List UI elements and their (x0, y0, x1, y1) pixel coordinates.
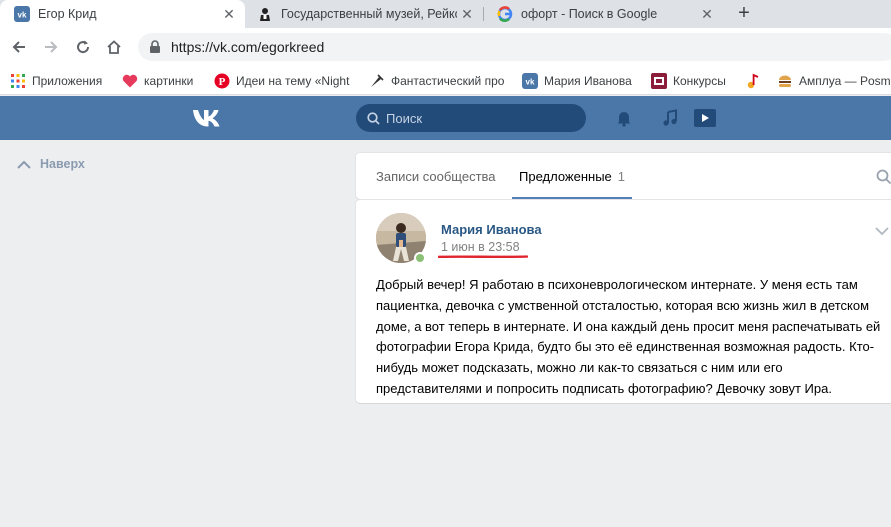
tab-suggested[interactable]: Предложенные 1 (511, 153, 633, 199)
bookmark-maria[interactable]: vk Мария Иванова (522, 71, 632, 91)
bell-icon[interactable] (614, 108, 634, 128)
lock-icon[interactable] (148, 40, 162, 54)
browser-tab-strip: vk Егор Крид ✕ Государственный музей, Ре… (0, 0, 891, 28)
new-tab-button[interactable]: + (733, 3, 755, 25)
wall-tabs: Записи сообщества Предложенные 1 (356, 153, 891, 199)
scroll-up-button[interactable]: Наверх (16, 157, 85, 171)
bookmark-label: Мария Иванова (544, 74, 632, 88)
tab-title: Егор Крид (38, 7, 97, 21)
bookmark-label: Приложения (32, 74, 103, 88)
back-arrow-icon[interactable] (9, 37, 29, 57)
bookmark-fantasy[interactable]: Фантастический про (369, 71, 507, 91)
bookmark-contests[interactable]: Конкурсы (651, 71, 726, 91)
bookmark-label: Амплуа — Posm (799, 74, 891, 88)
tab-community-posts[interactable]: Записи сообщества (376, 153, 496, 199)
browser-tab[interactable]: офорт - Поиск в Google ✕ (483, 0, 723, 28)
vk-header: Поиск (0, 96, 891, 140)
svg-text:vk: vk (18, 11, 27, 20)
bookmark-pinterest[interactable]: P Идеи на тему «Night (214, 71, 351, 91)
home-icon[interactable] (104, 37, 124, 57)
vk-favicon-icon: vk (14, 6, 30, 22)
forward-arrow-icon[interactable] (41, 37, 61, 57)
burger-icon (777, 73, 793, 89)
bookmark-amplua[interactable]: Амплуа — Posm (777, 71, 891, 91)
search-icon[interactable] (876, 169, 891, 185)
bookmark-music[interactable] (745, 71, 767, 91)
bookmark-pictures[interactable]: картинки (122, 71, 193, 91)
close-tab-icon[interactable]: ✕ (221, 6, 237, 22)
tab-count: 1 (617, 168, 626, 184)
museum-favicon-icon (257, 6, 273, 22)
bookmark-apps[interactable]: Приложения (10, 71, 102, 91)
google-favicon-icon (497, 6, 513, 22)
bookmark-label: картинки (144, 74, 194, 88)
tab-title: Государственный музей, Рейксмюсеум (281, 7, 457, 21)
url-text: https://vk.com/egorkreed (171, 39, 325, 55)
apps-grid-icon (10, 73, 26, 89)
browser-tab-active[interactable]: vk Егор Крид ✕ (0, 0, 245, 28)
vk-icon: vk (522, 73, 538, 89)
suggested-post: Мария Иванова 1 июн в 23:58 Добрый вечер… (356, 200, 891, 403)
heart-icon (122, 73, 138, 89)
pinterest-icon: P (214, 73, 230, 89)
post-text: Добрый вечер! Я работаю в психоневрологи… (376, 277, 881, 396)
music-note-icon (745, 73, 761, 89)
close-tab-icon[interactable]: ✕ (459, 6, 475, 22)
svg-text:P: P (219, 76, 226, 88)
chevron-down-icon[interactable] (874, 224, 890, 236)
svg-text:vk: vk (526, 78, 535, 87)
browser-tab[interactable]: Государственный музей, Рейксмюсеум ✕ (243, 0, 483, 28)
fantasy-icon (369, 73, 385, 89)
vk-search-input[interactable]: Поиск (356, 104, 586, 132)
play-icon[interactable] (694, 108, 716, 128)
reload-icon[interactable] (73, 37, 93, 57)
tab-title: офорт - Поиск в Google (521, 7, 658, 21)
address-bar[interactable]: https://vk.com/egorkreed (138, 33, 891, 61)
online-indicator (414, 252, 426, 264)
chevron-up-icon (16, 158, 32, 170)
contest-icon (651, 73, 667, 89)
tab-label: Предложенные (519, 168, 612, 184)
bookmark-label: Фантастический про (391, 74, 505, 88)
post-date[interactable]: 1 июн в 23:58 (441, 240, 520, 254)
bookmark-label: Конкурсы (673, 74, 726, 88)
search-icon (366, 111, 380, 125)
tab-label: Записи сообщества (376, 168, 496, 184)
bookmark-label: Идеи на тему «Night (236, 74, 350, 88)
scroll-up-label: Наверх (40, 157, 85, 171)
browser-toolbar: https://vk.com/egorkreed (0, 28, 891, 66)
bookmarks-bar: Приложения картинки P Идеи на тему «Nigh… (0, 66, 891, 95)
music-icon[interactable] (660, 108, 680, 128)
post-author[interactable]: Мария Иванова (441, 222, 542, 237)
vk-logo-icon[interactable] (191, 107, 225, 129)
close-tab-icon[interactable]: ✕ (699, 6, 715, 22)
annotation-underline (438, 255, 528, 259)
search-placeholder: Поиск (386, 110, 423, 126)
